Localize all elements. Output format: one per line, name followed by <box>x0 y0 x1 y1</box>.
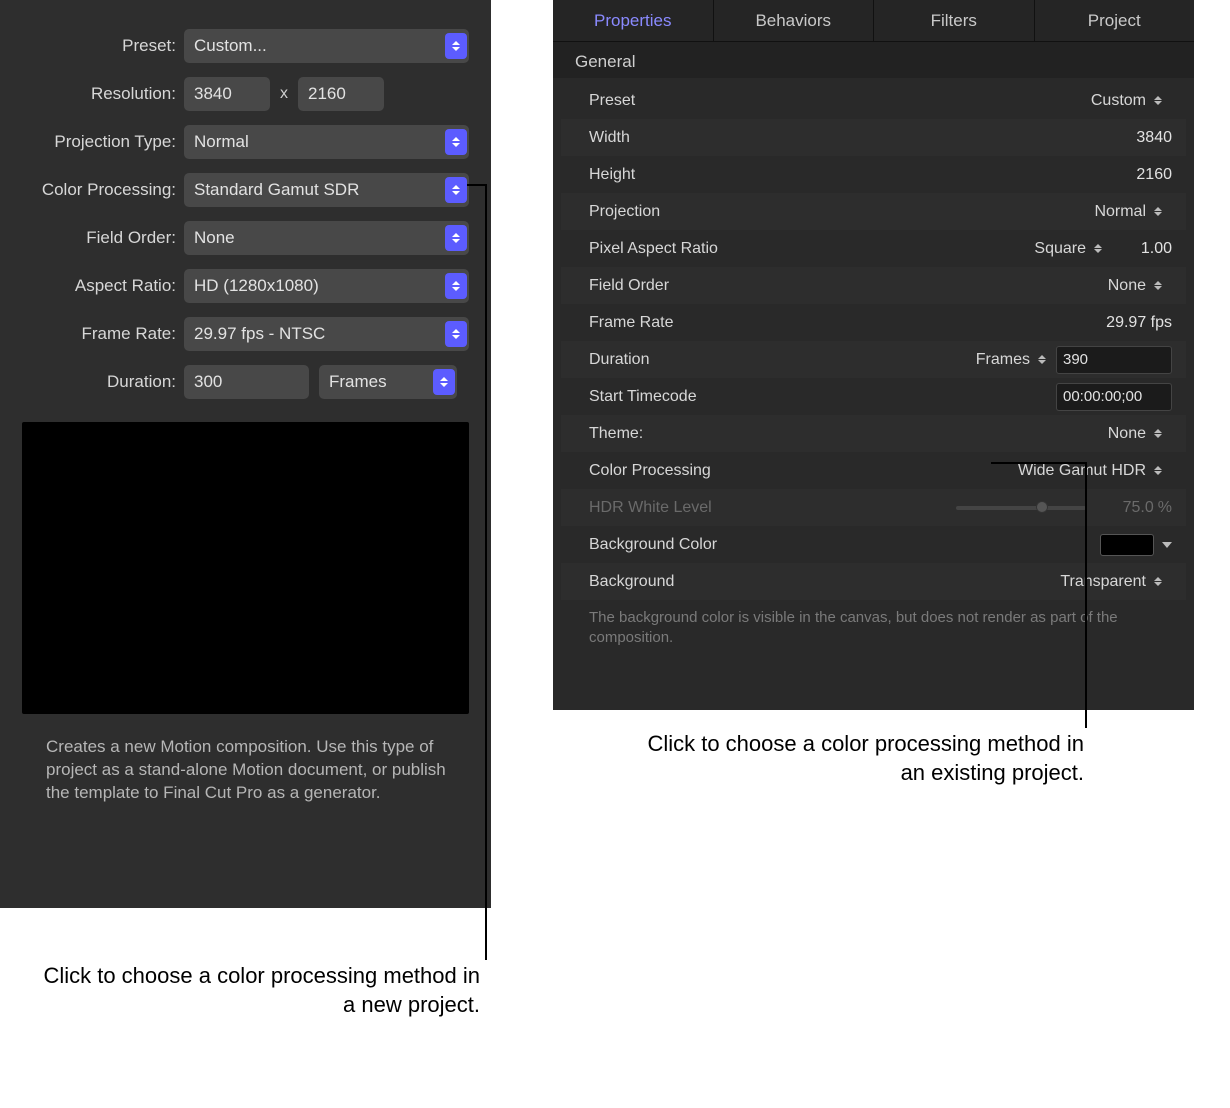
insp-bg-label: Background <box>589 573 1060 591</box>
insp-par-label: Pixel Aspect Ratio <box>589 240 1034 258</box>
duration-input[interactable] <box>184 365 309 399</box>
tab-filters[interactable]: Filters <box>874 0 1035 41</box>
callout-left: Click to choose a color processing metho… <box>40 962 480 1019</box>
tab-project[interactable]: Project <box>1035 0 1195 41</box>
insp-height-value[interactable]: 2160 <box>1052 166 1172 184</box>
insp-par-select[interactable]: Square <box>1034 240 1112 258</box>
chevron-updown-icon <box>445 129 467 155</box>
field-order-label: Field Order: <box>22 228 184 248</box>
color-processing-value: Standard Gamut SDR <box>194 180 359 200</box>
tab-properties[interactable]: Properties <box>553 0 714 41</box>
resolution-label: Resolution: <box>22 84 184 104</box>
insp-framerate-label: Frame Rate <box>589 314 1052 332</box>
resolution-height-input[interactable] <box>298 77 384 111</box>
project-description: Creates a new Motion composition. Use th… <box>22 736 469 805</box>
aspect-ratio-select[interactable]: HD (1280x1080) <box>184 269 469 303</box>
preview-area <box>22 422 469 714</box>
inspector-body: Preset Custom Width 3840 Height 2160 Pro… <box>553 78 1194 665</box>
aspect-ratio-value: HD (1280x1080) <box>194 276 319 296</box>
leader-line <box>485 184 487 960</box>
insp-starttc-label: Start Timecode <box>589 388 1056 406</box>
preset-label: Preset: <box>22 36 184 56</box>
duration-unit-value: Frames <box>329 372 387 392</box>
frame-rate-value: 29.97 fps - NTSC <box>194 324 325 344</box>
chevron-updown-icon <box>445 321 467 347</box>
insp-projection-select[interactable]: Normal <box>1094 203 1172 221</box>
insp-fieldorder-select[interactable]: None <box>1108 277 1172 295</box>
new-project-panel: Preset: Custom... Resolution: x Projecti… <box>0 0 491 908</box>
frame-rate-select[interactable]: 29.97 fps - NTSC <box>184 317 469 351</box>
preset-select[interactable]: Custom... <box>184 29 469 63</box>
tab-behaviors[interactable]: Behaviors <box>714 0 875 41</box>
leader-line <box>991 462 1085 464</box>
chevron-updown-icon <box>445 273 467 299</box>
color-processing-label: Color Processing: <box>22 180 184 200</box>
section-general[interactable]: General <box>553 42 1194 78</box>
chevron-down-icon[interactable] <box>1162 542 1172 548</box>
resolution-width-input[interactable] <box>184 77 270 111</box>
projection-type-value: Normal <box>194 132 249 152</box>
inspector-panel: Properties Behaviors Filters Project Gen… <box>553 0 1194 710</box>
chevron-updown-icon <box>1154 577 1162 586</box>
chevron-updown-icon <box>1154 207 1162 216</box>
insp-preset-select[interactable]: Custom <box>1091 92 1172 110</box>
chevron-updown-icon <box>445 33 467 59</box>
chevron-updown-icon <box>445 225 467 251</box>
leader-line <box>1085 462 1087 728</box>
field-order-select[interactable]: None <box>184 221 469 255</box>
insp-width-label: Width <box>589 129 1052 147</box>
insp-bg-select[interactable]: Transparent <box>1060 573 1172 591</box>
insp-duration-unit-select[interactable]: Frames <box>976 351 1056 369</box>
insp-framerate-value[interactable]: 29.97 fps <box>1052 314 1172 332</box>
aspect-ratio-label: Aspect Ratio: <box>22 276 184 296</box>
insp-hdr-value: 75.0 <box>1094 499 1154 517</box>
leader-line <box>467 184 485 186</box>
insp-hdr-label: HDR White Level <box>589 499 956 517</box>
preset-value: Custom... <box>194 36 267 56</box>
duration-unit-select[interactable]: Frames <box>319 365 457 399</box>
chevron-updown-icon <box>1094 244 1102 253</box>
insp-height-label: Height <box>589 166 1052 184</box>
insp-hdr-unit: % <box>1158 499 1172 517</box>
insp-duration-label: Duration <box>589 351 976 369</box>
insp-theme-label: Theme: <box>589 425 1108 443</box>
insp-projection-label: Projection <box>589 203 1094 221</box>
chevron-updown-icon <box>1154 96 1162 105</box>
insp-starttc-input[interactable] <box>1056 383 1172 411</box>
insp-preset-label: Preset <box>589 92 1091 110</box>
insp-fieldorder-label: Field Order <box>589 277 1108 295</box>
chevron-updown-icon <box>445 177 467 203</box>
insp-bgcolor-swatch[interactable] <box>1100 534 1154 556</box>
inspector-tabbar: Properties Behaviors Filters Project <box>553 0 1194 42</box>
insp-par-value[interactable]: 1.00 <box>1112 240 1172 258</box>
resolution-separator: x <box>280 85 288 103</box>
projection-type-label: Projection Type: <box>22 132 184 152</box>
insp-bgcolor-label: Background Color <box>589 536 1100 554</box>
callout-right: Click to choose a color processing metho… <box>644 730 1084 787</box>
color-processing-select[interactable]: Standard Gamut SDR <box>184 173 469 207</box>
frame-rate-label: Frame Rate: <box>22 324 184 344</box>
projection-type-select[interactable]: Normal <box>184 125 469 159</box>
insp-hdr-slider <box>956 506 1086 510</box>
insp-duration-input[interactable] <box>1056 346 1172 374</box>
chevron-updown-icon <box>433 369 455 395</box>
chevron-updown-icon <box>1154 429 1162 438</box>
inspector-note: The background color is visible in the c… <box>561 600 1186 665</box>
insp-width-value[interactable]: 3840 <box>1052 129 1172 147</box>
field-order-value: None <box>194 228 235 248</box>
insp-colorproc-label: Color Processing <box>589 462 1018 480</box>
insp-theme-select[interactable]: None <box>1108 425 1172 443</box>
chevron-updown-icon <box>1038 355 1046 364</box>
duration-label: Duration: <box>22 372 184 392</box>
insp-colorproc-select[interactable]: Wide Gamut HDR <box>1018 462 1172 480</box>
chevron-updown-icon <box>1154 281 1162 290</box>
chevron-updown-icon <box>1154 466 1162 475</box>
